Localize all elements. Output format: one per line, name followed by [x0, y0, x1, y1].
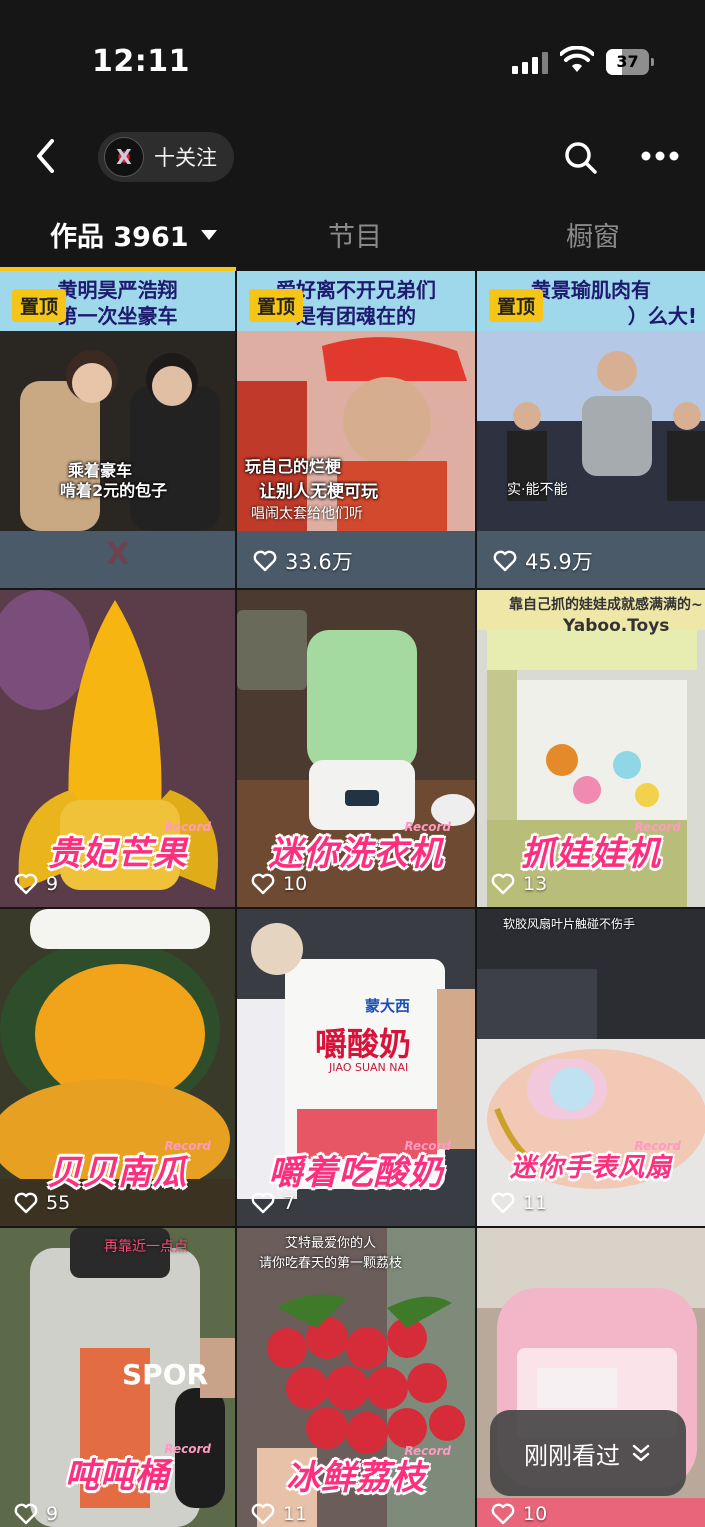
record-label: Record [164, 1139, 211, 1153]
record-label: Record [404, 820, 451, 834]
heart-icon [251, 873, 275, 895]
status-bar: 12:11 37 [0, 0, 705, 110]
pinned-badge: 置顶 [12, 289, 67, 322]
follow-button[interactable]: 十关注 [98, 132, 234, 182]
like-count-value: 10 [523, 1503, 548, 1525]
video-caption: 请你吃春天的第一颗荔枝 [259, 1256, 403, 1271]
caret-down-icon [200, 229, 217, 240]
follow-label: 十关注 [154, 146, 217, 170]
heart-icon [14, 1503, 38, 1525]
video-caption: 啃着2元的包子 [60, 481, 168, 500]
like-count-value: 33.6万 [285, 550, 353, 574]
battery-icon: 37 [606, 49, 654, 75]
package-brand: 蒙大西 [365, 997, 411, 1015]
video-item[interactable]: 贝贝南瓜 Record 55 [0, 909, 235, 1226]
more-icon[interactable] [641, 150, 679, 162]
video-caption: 唱闹太套给他们听 [251, 506, 363, 522]
heart-icon [251, 1192, 275, 1214]
like-count-value: 11 [523, 1192, 548, 1214]
like-count: 10 [251, 873, 307, 895]
video-item[interactable]: 爱好离不开兄弟们 是有团魂在的 置顶 玩自己的烂梗 让别人无梗可玩 唱闹太套给他… [237, 271, 475, 588]
like-count: 13 [491, 873, 547, 895]
pinned-badge: 置顶 [249, 289, 304, 322]
like-count-value: 7 [283, 1192, 296, 1214]
like-count-value: 9 [46, 1503, 59, 1525]
bottle-text: SPOR [122, 1358, 209, 1391]
like-count: 33.6万 [253, 546, 353, 576]
tab-works-label: 作品 3961 [50, 222, 189, 253]
video-item[interactable]: 靠自己抓的娃娃成就感满满的~ Yaboo.Toys 抓娃娃机 Record 13 [477, 590, 705, 907]
heart-icon [14, 873, 38, 895]
like-count: 7 [251, 1192, 295, 1214]
record-label: Record [634, 820, 681, 834]
video-caption: 实·能不能 [507, 482, 568, 498]
video-item[interactable]: 迷你洗衣机 Record 10 [237, 590, 475, 907]
like-count-value: 45.9万 [525, 550, 593, 574]
package-subtitle: JIAO SUAN NAI [329, 1061, 409, 1074]
like-count: 10 [491, 1503, 547, 1525]
avatar [104, 137, 144, 177]
like-count: 45.9万 [493, 546, 593, 576]
like-count-value: 9 [46, 873, 59, 895]
pinned-badge: 置顶 [489, 289, 544, 322]
like-count-value: 10 [283, 873, 308, 895]
svg-text:X: X [106, 537, 129, 572]
just-watched-label: 刚刚看过 [524, 1441, 620, 1470]
tab-bar: 作品 3961 节目 橱窗 [0, 205, 705, 271]
back-icon[interactable] [30, 136, 62, 176]
tab-shop[interactable]: 橱窗 [566, 215, 620, 254]
tab-works[interactable]: 作品 3961 [50, 215, 217, 254]
like-count-value: 11 [283, 1503, 308, 1525]
video-item[interactable]: 艾特最爱你的人 请你吃春天的第一颗荔枝 冰鲜荔枝 Record 11 [237, 1228, 475, 1527]
heart-icon [491, 873, 515, 895]
heart-icon [491, 1192, 515, 1214]
heart-icon [251, 1503, 275, 1525]
record-label: Record [634, 1139, 681, 1153]
package-title: 嚼酸奶 [315, 1025, 412, 1063]
heart-icon [493, 550, 517, 572]
record-label: Record [404, 1444, 451, 1458]
nav-bar: 十关注 [0, 110, 705, 205]
cellular-signal-icon [512, 52, 548, 74]
video-caption: 再靠近一点点 [104, 1239, 188, 1255]
video-item[interactable]: 贵妃芒果 Record 9 [0, 590, 235, 907]
like-count: 55 [14, 1192, 70, 1214]
like-count: 11 [251, 1503, 307, 1525]
video-caption: 玩自己的烂梗 [245, 457, 342, 476]
video-caption: 艾特最爱你的人 [285, 1236, 377, 1251]
video-item[interactable]: 再靠近一点点 SPOR 吨吨桶 Record 9 [0, 1228, 235, 1527]
wifi-icon [560, 46, 594, 72]
record-label: Record [404, 1139, 451, 1153]
like-count-value: 55 [46, 1192, 71, 1214]
like-count: 11 [491, 1192, 547, 1214]
video-item[interactable]: 软胶风扇叶片触碰不伤手 迷你手表风扇 Record 11 [477, 909, 705, 1226]
search-icon[interactable] [563, 140, 599, 176]
video-banner-text: 靠自己抓的娃娃成就感满满的~ [509, 597, 703, 613]
double-chevron-down-icon [632, 1444, 650, 1462]
video-caption: 让别人无梗可玩 [259, 482, 378, 502]
like-count-value: 13 [523, 873, 548, 895]
status-time: 12:11 [92, 44, 190, 79]
heart-icon [491, 1503, 515, 1525]
brand-label: Yaboo.Toys [563, 616, 670, 636]
tab-program[interactable]: 节目 [328, 215, 382, 254]
just-watched-button[interactable]: 刚刚看过 [490, 1410, 686, 1496]
like-count: 9 [14, 1503, 58, 1525]
video-grid: X 黄明昊严浩翔 第一次坐豪车 置顶 乘着豪车 啃着2元的包子 爱好离不开兄弟们… [0, 271, 705, 1527]
record-label: Record [164, 820, 211, 834]
heart-icon [253, 550, 277, 572]
heart-icon [14, 1192, 38, 1214]
video-item[interactable]: 蒙大西 嚼酸奶 JIAO SUAN NAI 嚼着吃酸奶 Record 7 [237, 909, 475, 1226]
video-caption: 软胶风扇叶片触碰不伤手 [503, 917, 636, 931]
like-count: 9 [14, 873, 58, 895]
record-label: Record [164, 1442, 211, 1456]
video-item[interactable]: 黄景瑜肌肉有 ）么大! 置顶 实·能不能 45.9万 [477, 271, 705, 588]
battery-level: 37 [616, 52, 639, 71]
video-item[interactable]: X 黄明昊严浩翔 第一次坐豪车 置顶 乘着豪车 啃着2元的包子 [0, 271, 235, 588]
